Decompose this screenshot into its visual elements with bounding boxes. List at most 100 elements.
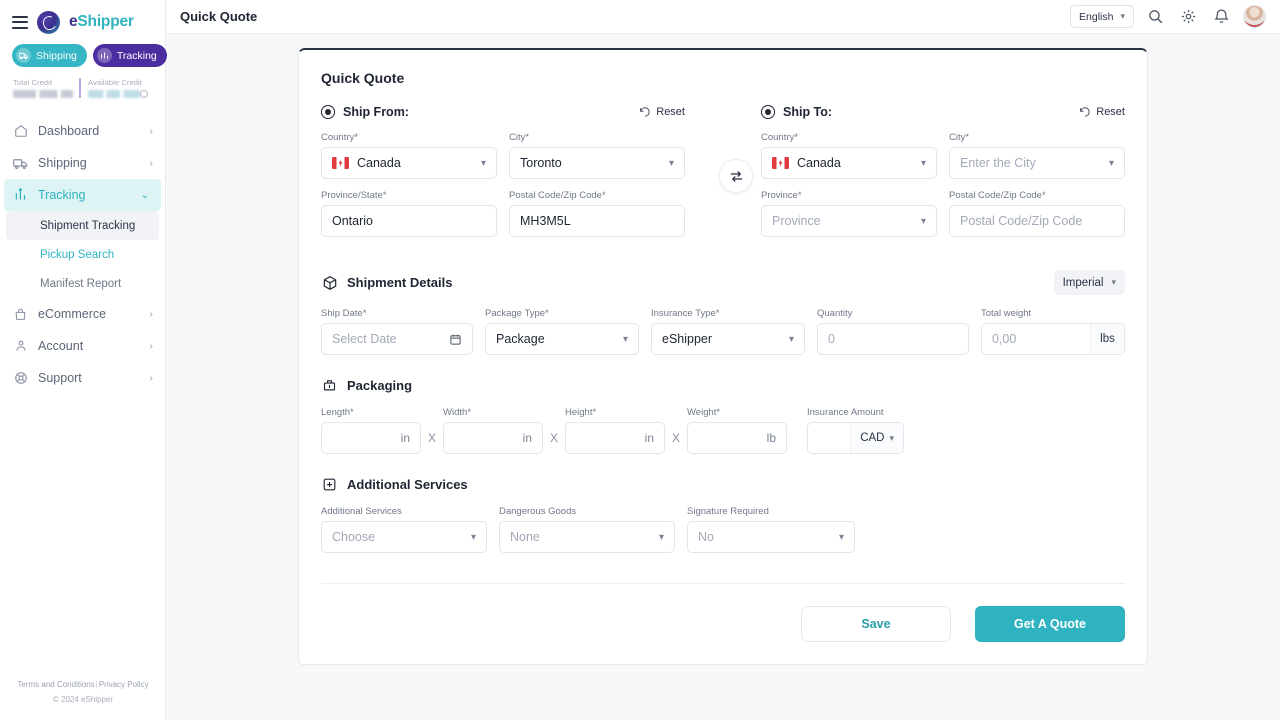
ship-from-section: Ship From: Reset Country* Canada ▾ City*… — [321, 103, 685, 248]
swap-addresses-button[interactable] — [719, 159, 753, 193]
hamburger-menu-icon[interactable] — [12, 15, 28, 29]
available-credit: Available Credit — [79, 78, 154, 98]
ship-to-postal-label: Postal Code/Zip Code* — [949, 190, 1046, 201]
pill-tracking[interactable]: Tracking — [92, 44, 167, 67]
calendar-icon — [450, 334, 461, 345]
width-input[interactable]: in — [443, 422, 543, 454]
get-a-quote-button[interactable]: Get A Quote — [975, 606, 1125, 642]
ship-from-country-select[interactable]: Canada ▾ — [321, 147, 497, 179]
brand-row: eShipper — [0, 0, 165, 34]
ship-to-postal-input[interactable]: Postal Code/Zip Code — [949, 205, 1125, 237]
ship-from-province-label: Province/State* — [321, 190, 387, 201]
ship-to-postal-field: Postal Code/Zip Code* Postal Code/Zip Co… — [949, 190, 1125, 237]
ship-to-province-label: Province* — [761, 190, 802, 201]
card-actions: Save Get A Quote — [321, 584, 1125, 642]
packaging-title: Packaging — [347, 378, 413, 393]
width-label: Width* — [443, 407, 471, 418]
sidebar-subitem-manifest-report[interactable]: Manifest Report — [6, 269, 159, 298]
height-input[interactable]: in — [565, 422, 665, 454]
sidebar-item-dashboard[interactable]: Dashboard › — [0, 115, 165, 147]
additional-services-select[interactable]: Choose ▾ — [321, 521, 487, 553]
weight-input[interactable]: lb — [687, 422, 787, 454]
avatar[interactable] — [1243, 5, 1266, 28]
currency-selector[interactable]: CAD ▾ — [850, 423, 903, 453]
ship-to-reset-button[interactable]: Reset — [1079, 106, 1125, 118]
insurance-amount-label: Insurance Amount — [807, 407, 884, 418]
available-credit-label: Available Credit — [88, 78, 142, 87]
info-icon[interactable] — [140, 90, 148, 98]
gear-icon[interactable] — [1180, 8, 1197, 25]
weight-unit: lb — [766, 431, 776, 445]
pill-tracking-label: Tracking — [116, 49, 157, 62]
ship-to-radio[interactable] — [761, 104, 775, 119]
sidebar-subitem-shipment-tracking[interactable]: Shipment Tracking — [6, 211, 159, 240]
quantity-input[interactable]: 0 — [817, 323, 969, 355]
total-weight-input[interactable]: 0,00 — [982, 324, 1090, 354]
signature-required-select[interactable]: No ▾ — [687, 521, 855, 553]
length-input[interactable]: in — [321, 422, 421, 454]
terms-link[interactable]: Terms and Conditions — [17, 680, 94, 689]
ship-from-province-field: Province/State* Ontario — [321, 190, 497, 237]
total-weight-input-group: 0,00 lbs — [981, 323, 1125, 355]
bell-icon[interactable] — [1213, 8, 1230, 25]
unit-system-toggle[interactable]: Imperial ▾ — [1053, 270, 1125, 295]
quantity-placeholder: 0 — [828, 332, 835, 346]
plus-box-icon — [321, 476, 338, 493]
sidebar-item-shipping[interactable]: Shipping › — [0, 147, 165, 179]
ship-from-row-2: Province/State* Ontario Postal Code/Zip … — [321, 190, 685, 237]
height-unit: in — [644, 431, 654, 445]
signature-required-label: Signature Required — [687, 506, 769, 517]
ship-to-postal-placeholder: Postal Code/Zip Code — [960, 214, 1083, 228]
shipment-details-title: Shipment Details — [347, 275, 453, 290]
language-selector[interactable]: English ▾ — [1070, 5, 1134, 28]
sidebar-item-tracking[interactable]: Tracking ⌄ — [4, 179, 161, 211]
sidebar-item-account[interactable]: Account › — [0, 330, 165, 362]
packaging-icon — [321, 377, 338, 394]
total-credit: Total Credit — [11, 78, 79, 98]
chevron-down-icon: ▾ — [1111, 277, 1116, 287]
ship-from-city-select[interactable]: Toronto ▾ — [509, 147, 685, 179]
ship-to-province-select[interactable]: Province ▾ — [761, 205, 937, 237]
sidebar-item-ecommerce[interactable]: eCommerce › — [0, 298, 165, 330]
page-title: Quick Quote — [180, 9, 258, 24]
ship-to-city-placeholder: Enter the City — [960, 156, 1036, 170]
canada-flag-icon — [772, 157, 789, 169]
sidebar-item-support[interactable]: Support › — [0, 362, 165, 394]
ship-from-radio[interactable] — [321, 104, 335, 119]
privacy-link[interactable]: Privacy Policy — [99, 680, 149, 689]
quantity-label: Quantity — [817, 308, 853, 319]
home-icon — [13, 124, 28, 139]
card-title: Quick Quote — [321, 70, 405, 86]
ship-date-placeholder: Select Date — [332, 332, 397, 346]
pill-shipping[interactable]: Shipping — [12, 44, 87, 67]
credit-summary: Total Credit Available Credit — [11, 78, 154, 98]
ship-to-country-select[interactable]: Canada ▾ — [761, 147, 937, 179]
save-button[interactable]: Save — [801, 606, 951, 642]
ship-date-input[interactable]: Select Date — [321, 323, 473, 355]
sidebar-subitem-pickup-search[interactable]: Pickup Search — [6, 240, 159, 269]
total-weight-label: Total weight — [981, 308, 1032, 319]
length-field: Length* in — [321, 407, 421, 454]
ship-from-country-label: Country* — [321, 132, 358, 143]
packaging-header: Packaging — [321, 377, 1125, 394]
search-icon[interactable] — [1147, 8, 1164, 25]
sidebar-item-label: Dashboard — [38, 124, 100, 138]
ship-to-country-label: Country* — [761, 132, 798, 143]
package-type-select[interactable]: Package ▾ — [485, 323, 639, 355]
ship-from-title: Ship From: — [343, 104, 409, 119]
ship-from-province-value: Ontario — [332, 214, 373, 228]
total-weight-unit: lbs — [1090, 324, 1124, 354]
ship-from-postal-input[interactable]: MH3M5L — [509, 205, 685, 237]
insurance-amount-input[interactable] — [808, 423, 850, 453]
ship-to-city-select[interactable]: Enter the City ▾ — [949, 147, 1125, 179]
swap-arrows-icon — [730, 170, 742, 182]
total-credit-value — [13, 90, 73, 98]
app-root: eShipper Shipping Tracking Total Credit — [0, 0, 1280, 720]
insurance-type-select[interactable]: eShipper ▾ — [651, 323, 805, 355]
ship-from-reset-button[interactable]: Reset — [639, 106, 685, 118]
ship-to-province-placeholder: Province — [772, 214, 821, 228]
ship-date-label: Ship Date* — [321, 308, 367, 319]
truck-icon — [13, 156, 28, 171]
ship-from-province-input[interactable]: Ontario — [321, 205, 497, 237]
dangerous-goods-select[interactable]: None ▾ — [499, 521, 675, 553]
